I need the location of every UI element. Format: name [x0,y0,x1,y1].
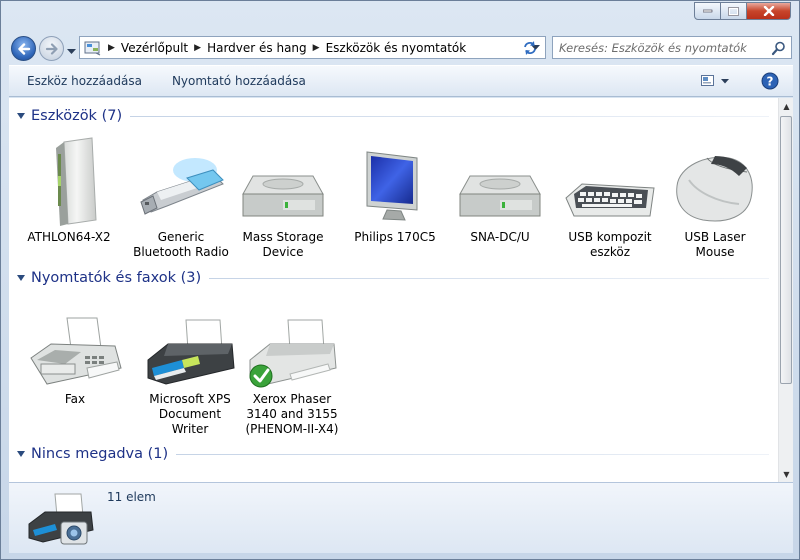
device-item-athlon64-x2[interactable]: ATHLON64-X2 [21,136,117,245]
collapse-triangle-icon[interactable] [17,113,25,119]
printer-label: Fax [64,392,86,406]
printer-item-fax[interactable]: Fax [27,298,123,407]
minimize-icon [702,9,712,13]
navigation-bar: ▶ Vezérlőpult ▶ Hardver és hang ▶ Eszköz… [1,31,800,63]
device-item-sna-dc-u[interactable]: SNA-DC/U [452,136,548,245]
control-panel-icon [84,40,102,56]
svg-text:?: ? [767,75,774,89]
breadcrumb-separator[interactable]: ▶ [313,43,320,53]
recent-pages-dropdown[interactable] [67,44,76,58]
breadcrumb-devices-printers[interactable]: Eszközök és nyomtatók [326,41,467,55]
refresh-icon [524,41,536,55]
printer-icon [147,319,235,385]
usb-bluetooth-icon [140,158,224,215]
details-pane: 11 elem [9,482,793,553]
device-item-usb-composite-device[interactable]: USB kompozit eszköz [562,136,658,260]
device-item-mass-storage-device[interactable]: Mass Storage Device [235,136,331,260]
minimize-button[interactable] [694,2,721,20]
close-button[interactable] [747,2,791,20]
add-printer-button[interactable]: Nyomtató hozzáadása [157,74,321,88]
devices-printers-icon [25,486,95,553]
item-count: 11 elem [107,490,156,504]
default-checkmark-icon [249,364,273,388]
scrollbar-thumb[interactable] [780,116,792,384]
breadcrumb-control-panel[interactable]: Vezérlőpult [121,41,188,55]
caption-buttons [694,2,791,20]
breadcrumb-separator[interactable]: ▶ [194,43,201,53]
maximize-button[interactable] [721,2,747,20]
group-divider [130,115,769,117]
view-icon [701,75,714,86]
add-device-button[interactable]: Eszköz hozzáadása [9,74,157,88]
close-icon [763,6,774,16]
device-label: Philips 170C5 [354,230,436,244]
device-item-philips-170c5[interactable]: Philips 170C5 [347,136,443,245]
keyboard-icon [565,183,655,217]
view-options-button[interactable] [701,75,729,87]
command-bar: Eszköz hozzáadása Nyomtató hozzáadása ? [9,65,793,97]
explorer-window: ▶ Vezérlőpult ▶ Hardver és hang ▶ Eszköz… [0,0,800,560]
collapse-triangle-icon[interactable] [17,275,25,281]
printer-default-icon [249,319,337,388]
printer-item-xerox-phaser-3140-3155[interactable]: Xerox Phaser 3140 and 3155 (PHENOM-II-X4… [244,298,340,437]
device-item-usb-laser-mouse[interactable]: USB Laser Mouse [667,136,763,260]
help-button[interactable]: ? [761,72,779,90]
device-list-view[interactable]: Eszközök (7) ATHLON64-X2 Generic Bluetoo… [9,98,778,482]
printer-label: Xerox Phaser 3140 and 3155 (PHENOM-II-X4… [245,392,339,436]
back-arrow-icon [17,42,30,55]
printer-item-microsoft-xps-document-writer[interactable]: Microsoft XPS Document Writer [142,298,238,437]
computer-tower-icon [56,137,97,226]
printer-label: Microsoft XPS Document Writer [149,392,231,436]
group-header-printers[interactable]: Nyomtatók és faxok (3) [17,268,769,288]
breadcrumb-hardware-sound[interactable]: Hardver és hang [207,41,307,55]
chevron-down-icon [721,78,729,83]
forward-arrow-icon [45,42,58,55]
device-label: USB kompozit eszköz [568,230,652,259]
group-title-printers: Nyomtatók és faxok (3) [31,270,202,286]
hard-drive-icon [242,175,324,217]
hard-drive-icon [459,175,541,217]
group-divider [176,453,769,455]
group-title-unspecified: Nincs megadva (1) [31,446,169,462]
group-title-devices: Eszközök (7) [31,108,123,124]
search-icon[interactable] [771,40,787,59]
group-header-unspecified[interactable]: Nincs megadva (1) [17,444,769,464]
search-input[interactable]: Keresés: Eszközök és nyomtatók [552,36,792,59]
monitor-icon [366,151,418,221]
search-placeholder: Keresés: Eszközök és nyomtatók [559,40,747,55]
device-label: SNA-DC/U [470,230,530,244]
forward-button[interactable] [39,36,64,61]
address-bar[interactable]: ▶ Vezérlőpult ▶ Hardver és hang ▶ Eszköz… [79,36,546,59]
group-divider [209,277,769,279]
mouse-icon [676,156,753,222]
fax-icon [30,317,122,385]
help-icon: ? [761,72,779,90]
maximize-icon [728,6,739,16]
back-button[interactable] [11,36,36,61]
group-header-devices[interactable]: Eszközök (7) [17,106,769,126]
collapse-triangle-icon[interactable] [17,451,25,457]
refresh-button[interactable] [521,39,539,60]
device-label: USB Laser Mouse [684,230,746,259]
device-label: ATHLON64-X2 [27,230,111,244]
device-item-generic-bluetooth-radio[interactable]: Generic Bluetooth Radio [133,136,229,260]
vertical-scrollbar[interactable]: ▲ ▼ [778,98,793,482]
scroll-up-button[interactable]: ▲ [779,98,794,114]
device-label: Mass Storage Device [242,230,324,259]
device-label: Generic Bluetooth Radio [133,230,229,259]
breadcrumb-separator[interactable]: ▶ [108,43,115,53]
scroll-down-button[interactable]: ▼ [779,466,794,482]
chevron-down-icon [67,49,76,54]
